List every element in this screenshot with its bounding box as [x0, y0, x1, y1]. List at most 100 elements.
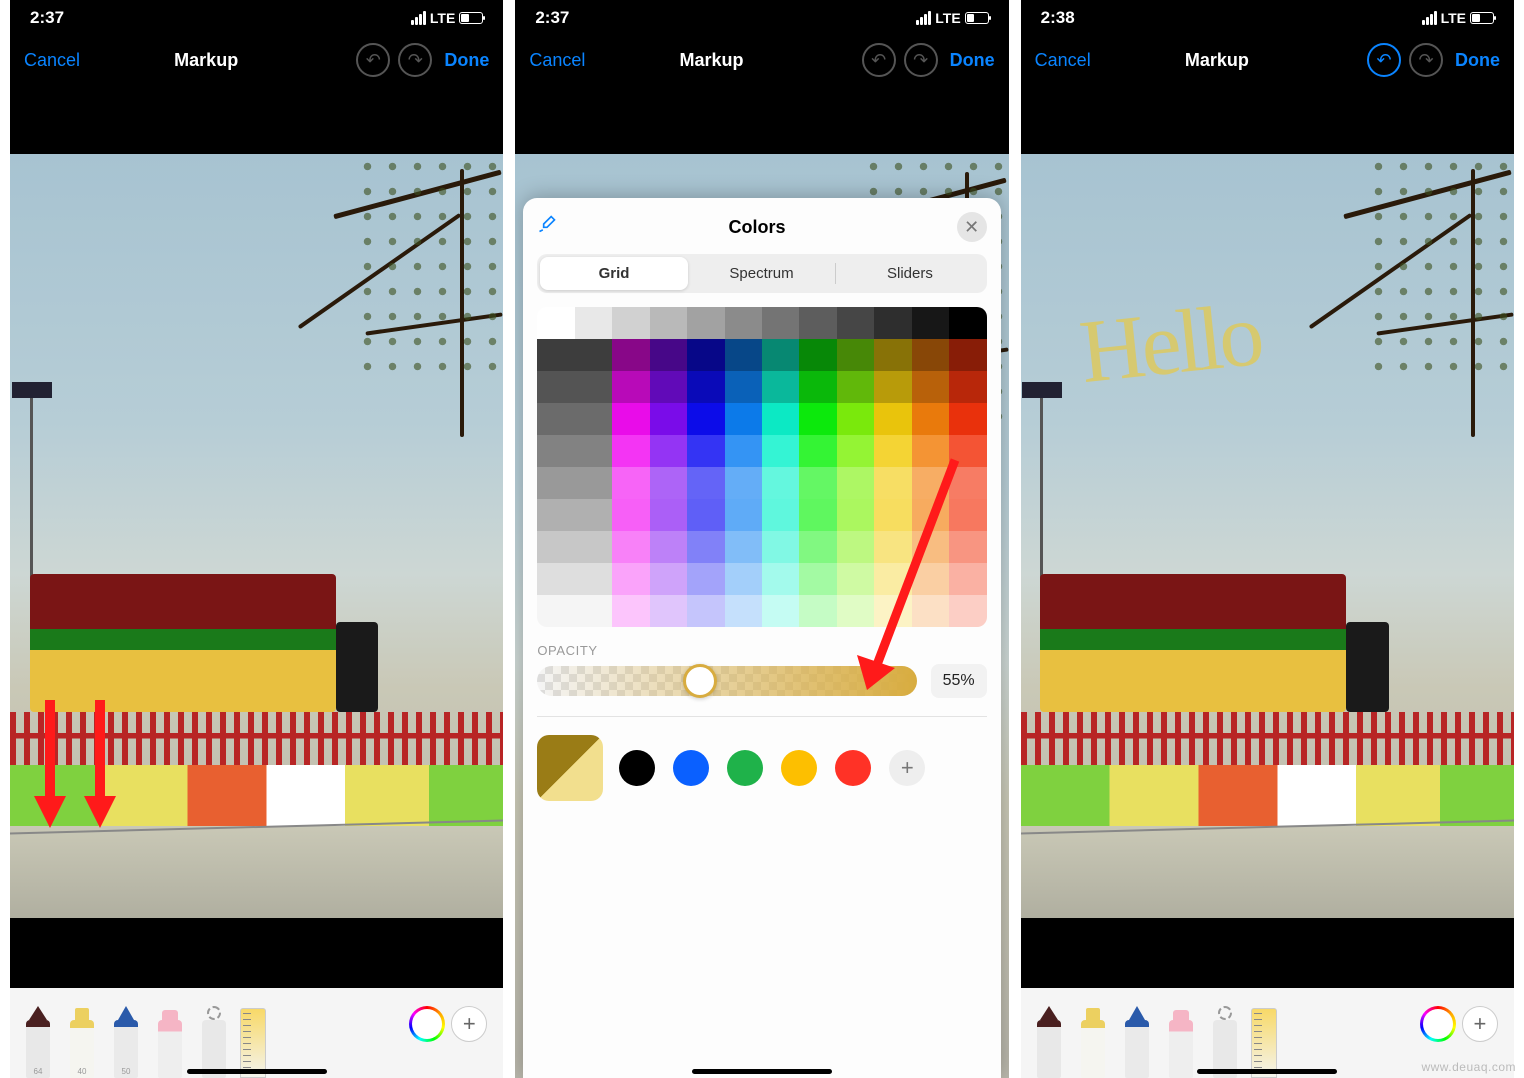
color-cell[interactable]: [874, 595, 911, 627]
add-button[interactable]: +: [451, 1006, 487, 1042]
color-cell[interactable]: [537, 435, 574, 467]
color-cell[interactable]: [612, 371, 649, 403]
color-cell[interactable]: [537, 371, 574, 403]
color-cell[interactable]: [799, 371, 836, 403]
color-cell[interactable]: [799, 307, 836, 339]
redo-button[interactable]: ↷: [398, 43, 432, 77]
marker-tool[interactable]: 40: [64, 1006, 100, 1078]
color-cell[interactable]: [762, 531, 799, 563]
color-cell[interactable]: [799, 595, 836, 627]
color-cell[interactable]: [612, 403, 649, 435]
tab-grid[interactable]: Grid: [540, 257, 687, 290]
pen-tool[interactable]: [1031, 1006, 1067, 1078]
color-cell[interactable]: [725, 371, 762, 403]
color-cell[interactable]: [725, 403, 762, 435]
pencil-tool[interactable]: [1119, 1006, 1155, 1078]
color-cell[interactable]: [575, 435, 612, 467]
color-cell[interactable]: [837, 563, 874, 595]
color-cell[interactable]: [725, 595, 762, 627]
color-cell[interactable]: [650, 403, 687, 435]
undo-button[interactable]: ↶: [356, 43, 390, 77]
eyedropper-icon[interactable]: [537, 214, 557, 240]
color-cell[interactable]: [912, 371, 949, 403]
color-cell[interactable]: [949, 531, 986, 563]
color-cell[interactable]: [874, 563, 911, 595]
color-picker-button[interactable]: [409, 1006, 445, 1042]
color-cell[interactable]: [874, 339, 911, 371]
color-cell[interactable]: [912, 339, 949, 371]
color-cell[interactable]: [912, 563, 949, 595]
color-cell[interactable]: [949, 499, 986, 531]
marker-tool[interactable]: [1075, 1006, 1111, 1078]
color-cell[interactable]: [537, 531, 574, 563]
color-cell[interactable]: [762, 563, 799, 595]
color-cell[interactable]: [874, 467, 911, 499]
color-cell[interactable]: [949, 563, 986, 595]
redo-button[interactable]: ↷: [904, 43, 938, 77]
color-cell[interactable]: [837, 531, 874, 563]
color-cell[interactable]: [874, 435, 911, 467]
color-cell[interactable]: [762, 499, 799, 531]
done-button[interactable]: Done: [1455, 50, 1500, 71]
color-cell[interactable]: [612, 531, 649, 563]
color-cell[interactable]: [537, 595, 574, 627]
color-cell[interactable]: [687, 403, 724, 435]
color-cell[interactable]: [874, 307, 911, 339]
undo-button[interactable]: ↶: [862, 43, 896, 77]
done-button[interactable]: Done: [950, 50, 995, 71]
color-cell[interactable]: [537, 403, 574, 435]
color-cell[interactable]: [799, 435, 836, 467]
color-cell[interactable]: [575, 339, 612, 371]
color-cell[interactable]: [612, 307, 649, 339]
color-cell[interactable]: [575, 595, 612, 627]
color-cell[interactable]: [537, 563, 574, 595]
color-cell[interactable]: [687, 339, 724, 371]
color-cell[interactable]: [949, 339, 986, 371]
color-cell[interactable]: [650, 371, 687, 403]
pen-tool[interactable]: 64: [20, 1006, 56, 1078]
color-cell[interactable]: [799, 563, 836, 595]
color-cell[interactable]: [725, 563, 762, 595]
opacity-value[interactable]: 55%: [931, 664, 987, 698]
color-cell[interactable]: [762, 339, 799, 371]
ruler-tool[interactable]: [240, 1008, 266, 1078]
color-cell[interactable]: [612, 339, 649, 371]
color-cell[interactable]: [949, 595, 986, 627]
color-cell[interactable]: [762, 595, 799, 627]
color-cell[interactable]: [650, 563, 687, 595]
color-cell[interactable]: [762, 371, 799, 403]
color-cell[interactable]: [687, 499, 724, 531]
color-cell[interactable]: [725, 531, 762, 563]
undo-button[interactable]: ↶: [1367, 43, 1401, 77]
color-cell[interactable]: [912, 307, 949, 339]
close-button[interactable]: ✕: [957, 212, 987, 242]
swatch[interactable]: [619, 750, 655, 786]
color-cell[interactable]: [762, 435, 799, 467]
lasso-tool[interactable]: [1207, 1006, 1243, 1078]
color-picker-button[interactable]: [1420, 1006, 1456, 1042]
color-cell[interactable]: [725, 339, 762, 371]
color-cell[interactable]: [837, 595, 874, 627]
color-cell[interactable]: [874, 403, 911, 435]
color-cell[interactable]: [650, 435, 687, 467]
color-cell[interactable]: [912, 499, 949, 531]
color-cell[interactable]: [687, 563, 724, 595]
color-cell[interactable]: [949, 467, 986, 499]
color-cell[interactable]: [687, 307, 724, 339]
photo-canvas[interactable]: [10, 154, 503, 918]
color-cell[interactable]: [612, 595, 649, 627]
eraser-tool[interactable]: [152, 1006, 188, 1078]
color-cell[interactable]: [687, 531, 724, 563]
color-cell[interactable]: [537, 499, 574, 531]
color-cell[interactable]: [725, 435, 762, 467]
color-cell[interactable]: [949, 307, 986, 339]
color-cell[interactable]: [725, 467, 762, 499]
color-cell[interactable]: [650, 595, 687, 627]
swatch[interactable]: [835, 750, 871, 786]
color-cell[interactable]: [799, 499, 836, 531]
color-cell[interactable]: [575, 307, 612, 339]
color-cell[interactable]: [912, 595, 949, 627]
color-cell[interactable]: [612, 467, 649, 499]
color-cell[interactable]: [725, 499, 762, 531]
color-cell[interactable]: [874, 371, 911, 403]
